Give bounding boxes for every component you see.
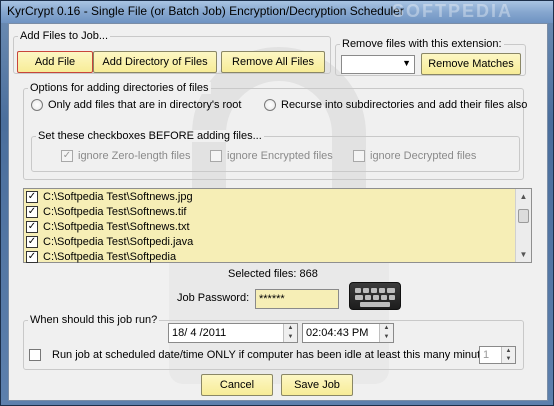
time-picker[interactable]: 02:04:43 PM ▲ ▼: [302, 323, 394, 343]
date-value: 18/ 4 /2011: [172, 327, 227, 339]
idle-minutes-input[interactable]: 1 ▲ ▼: [479, 346, 516, 364]
idle-minutes-value: 1: [483, 349, 490, 361]
keyboard-icon[interactable]: [349, 282, 401, 310]
chevron-down-icon: ▼: [402, 58, 411, 68]
extension-select[interactable]: ▼: [341, 55, 415, 74]
remove-all-files-button[interactable]: Remove All Files: [221, 51, 325, 73]
save-job-button[interactable]: Save Job: [281, 374, 353, 396]
file-path: C:\Softpedia Test\Softnews.tif: [43, 205, 187, 218]
window-title: KyrCrypt 0.16 - Single File (or Batch Jo…: [7, 4, 404, 18]
checkbox-idle-only[interactable]: Run job at scheduled date/time ONLY if c…: [29, 349, 495, 361]
checkbox-box[interactable]: [210, 150, 222, 162]
softpedia-watermark: SOFTPEDIA: [391, 1, 513, 21]
checkmark-icon[interactable]: ✓: [61, 150, 73, 162]
title-bar: KyrCrypt 0.16 - Single File (or Batch Jo…: [1, 1, 553, 23]
checkbox-ignore-decrypted-label: ignore Decrypted files: [370, 150, 477, 162]
file-path: C:\Softpedia Test\Softnews.jpg: [43, 190, 193, 203]
checkmark-icon[interactable]: ✓: [26, 250, 38, 263]
schedule-legend: When should this job run?: [28, 314, 160, 326]
remove-matches-button[interactable]: Remove Matches: [421, 53, 521, 75]
radio-only-root-label: Only add files that are in directory's r…: [48, 99, 242, 111]
checkbox-ignore-encrypted-label: ignore Encrypted files: [227, 150, 333, 162]
checkbox-box[interactable]: [353, 150, 365, 162]
add-directory-button[interactable]: Add Directory of Files: [93, 51, 217, 73]
checkbox-ignore-decrypted[interactable]: ignore Decrypted files: [353, 150, 476, 162]
checkmark-icon[interactable]: ✓: [26, 205, 38, 218]
idle-minutes-spinner-icon[interactable]: ▲ ▼: [501, 347, 515, 363]
file-list-scrollbar[interactable]: ▲ ▼: [515, 189, 531, 262]
checkmark-icon[interactable]: ✓: [26, 235, 38, 248]
time-value: 02:04:43 PM: [306, 327, 369, 339]
cancel-button[interactable]: Cancel: [201, 374, 273, 396]
radio-button[interactable]: [264, 99, 276, 111]
checkbox-ignore-zero-label: ignore Zero-length files: [78, 150, 191, 162]
checkbox-box[interactable]: [29, 349, 41, 361]
radio-recurse[interactable]: Recurse into subdirectories and add thei…: [264, 99, 527, 111]
list-item[interactable]: ✓ C:\Softpedia Test\Softnews.txt: [26, 219, 190, 234]
job-password-input[interactable]: ******: [255, 289, 339, 309]
list-item[interactable]: ✓ C:\Softpedia Test\Softnews.tif: [26, 204, 186, 219]
list-item[interactable]: ✓ C:\Softpedia Test\Softpedia: [26, 249, 176, 264]
list-item[interactable]: ✓ C:\Softpedia Test\Softnews.jpg: [26, 189, 193, 204]
radio-only-root[interactable]: Only add files that are in directory's r…: [31, 99, 241, 111]
remove-extension-legend: Remove files with this extension:: [340, 38, 504, 50]
app-window: KyrCrypt 0.16 - Single File (or Batch Jo…: [0, 0, 554, 406]
list-item[interactable]: ✓ C:\Softpedia Test\Softpedi.java: [26, 234, 193, 249]
job-password-label: Job Password:: [177, 292, 250, 304]
job-password-value: ******: [259, 293, 285, 305]
scroll-thumb[interactable]: [518, 209, 529, 223]
date-picker[interactable]: 18/ 4 /2011 ▲ ▼: [168, 323, 298, 343]
directory-options-legend: Options for adding directories of files: [28, 82, 211, 94]
file-path: C:\Softpedia Test\Softpedi.java: [43, 235, 194, 248]
checkbox-options-legend: Set these checkboxes BEFORE adding files…: [36, 130, 264, 142]
checkmark-icon[interactable]: ✓: [26, 220, 38, 233]
date-spinner-icon[interactable]: ▲ ▼: [283, 324, 297, 342]
file-list[interactable]: ✓ C:\Softpedia Test\Softnews.jpg ✓ C:\So…: [23, 188, 532, 263]
file-path: C:\Softpedia Test\Softnews.txt: [43, 220, 190, 233]
checkmark-icon[interactable]: ✓: [26, 190, 38, 203]
time-spinner-icon[interactable]: ▲ ▼: [379, 324, 393, 342]
client-area: Add Files to Job... Add File Add Directo…: [8, 23, 548, 401]
radio-recurse-label: Recurse into subdirectories and add thei…: [281, 99, 528, 111]
scroll-up-icon[interactable]: ▲: [516, 189, 531, 204]
selected-files-count: Selected files: 868: [228, 268, 318, 280]
add-files-legend: Add Files to Job...: [18, 30, 111, 42]
file-path: C:\Softpedia Test\Softpedia: [43, 250, 177, 263]
radio-button[interactable]: [31, 99, 43, 111]
checkbox-ignore-encrypted[interactable]: ignore Encrypted files: [210, 150, 333, 162]
scroll-down-icon[interactable]: ▼: [516, 247, 531, 262]
add-file-button[interactable]: Add File: [17, 51, 93, 73]
idle-only-label: Run job at scheduled date/time ONLY if c…: [52, 349, 495, 361]
checkbox-ignore-zero[interactable]: ✓ ignore Zero-length files: [61, 150, 191, 162]
